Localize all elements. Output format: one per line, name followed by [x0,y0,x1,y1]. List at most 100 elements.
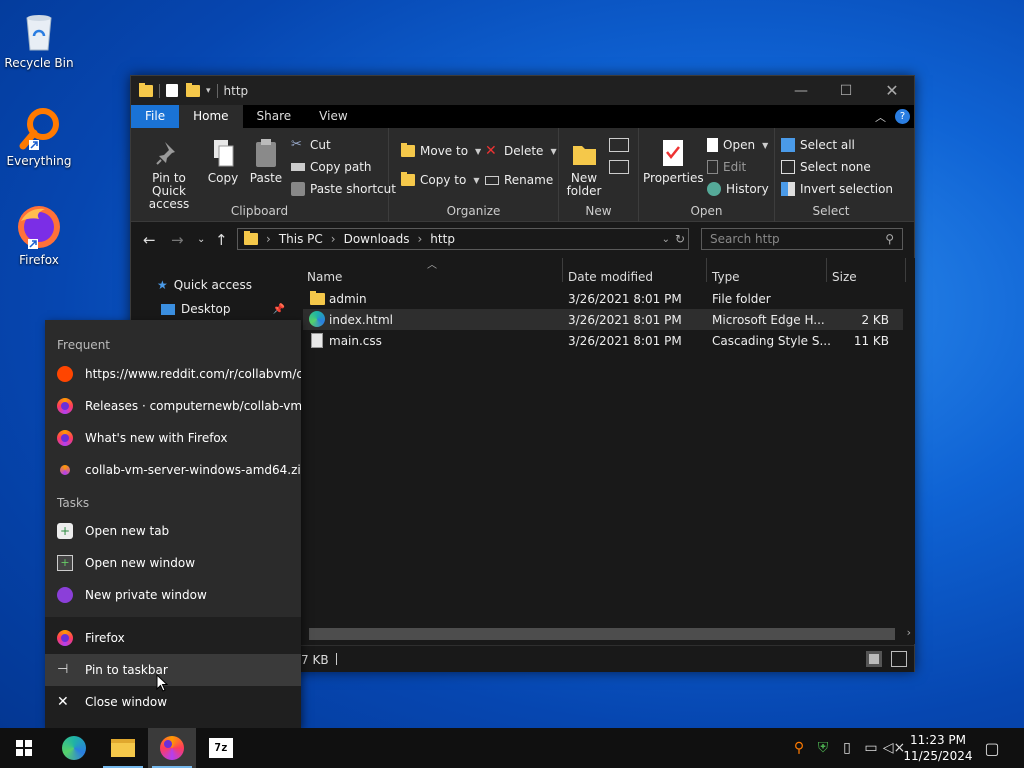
recent-chevron-icon[interactable]: ⌄ [197,234,205,245]
tab-share[interactable]: Share [243,105,306,128]
taskbar-edge[interactable] [50,728,98,768]
jump-item-releases[interactable]: Releases · computernewb/collab-vm-s... [45,390,301,422]
clock[interactable]: 11:23 PM 11/25/2024 [903,732,973,764]
taskbar-firefox[interactable] [148,728,196,768]
forward-arrow-icon[interactable]: → [171,231,184,249]
pin-quick-access-button[interactable]: Pin to Quick access [137,138,201,211]
nav-quick-access[interactable]: ★ Quick access [157,278,252,292]
everything-tray-icon[interactable]: ⚲ [788,728,810,768]
task-open-new-window[interactable]: + Open new window [45,547,301,579]
details-view-icon[interactable] [866,651,882,667]
rename-label: Rename [504,173,554,187]
security-shield-icon[interactable]: ⛨ [812,728,834,768]
jump-app-firefox[interactable]: Firefox [45,622,301,654]
tab-view[interactable]: View [305,105,361,128]
nav-quick-access-label: Quick access [173,278,252,292]
search-input[interactable]: Search http ⚲ [701,228,903,250]
chevron-down-icon: ▼ [475,146,482,156]
easy-access-icon[interactable] [609,160,629,174]
nav-desktop[interactable]: Desktop 📌 [161,302,285,316]
copy-to-button[interactable]: Copy to ▼ [401,171,479,189]
close-window-button[interactable]: ✕ Close window [45,686,301,718]
large-icons-view-icon[interactable] [891,651,907,667]
table-row[interactable]: index.html 3/26/2021 8:01 PM Microsoft E… [303,309,903,330]
start-button[interactable] [0,728,48,768]
new-folder-button[interactable]: New folder [563,138,605,198]
notifications-icon[interactable]: ▢ [980,728,1004,768]
group-label: Select [812,204,850,218]
tab-home[interactable]: Home [179,105,243,128]
chevron-down-icon[interactable]: ▾ [206,86,211,96]
desktop-icon-everything[interactable]: Everything [1,104,77,168]
horizontal-scrollbar[interactable]: › [291,626,915,644]
invert-selection-button[interactable]: Invert selection [781,180,893,198]
pin-to-taskbar-button[interactable]: ⊣ Pin to taskbar [45,654,301,686]
firefox-icon [15,203,63,251]
network-icon[interactable]: ▭ [860,728,882,768]
file-date: 3/26/2021 8:01 PM [568,334,682,348]
file-date: 3/26/2021 8:01 PM [568,313,682,327]
help-icon[interactable]: ? [895,109,910,124]
column-type[interactable]: Type [712,270,740,284]
task-open-new-tab[interactable]: + Open new tab [45,515,301,547]
copy-button[interactable]: Copy [205,138,241,185]
move-to-button[interactable]: Move to ▼ [401,142,481,160]
table-row[interactable]: admin 3/26/2021 8:01 PM File folder [303,288,903,309]
title-bar[interactable]: ▾ http — ☐ ✕ [131,76,914,105]
group-label: Clipboard [230,204,289,218]
new-tab-icon: + [57,523,73,539]
table-row[interactable]: main.css 3/26/2021 8:01 PM Cascading Sty… [303,330,903,351]
history-button[interactable]: History [707,180,769,198]
rename-button[interactable]: Rename [485,171,553,189]
maximize-button[interactable]: ☐ [823,76,869,105]
column-name[interactable]: Name [307,270,342,284]
new-folder-label: New folder [566,171,602,198]
select-none-button[interactable]: Select none [781,158,871,176]
breadcrumb-http[interactable]: http [430,232,455,246]
volume-muted-icon[interactable]: ◁× [883,728,906,768]
scrollbar-thumb[interactable] [309,628,895,640]
back-arrow-icon[interactable]: ← [143,231,156,249]
search-icon: ⚲ [885,232,894,246]
paste-shortcut-button[interactable]: Paste shortcut [291,180,396,198]
properties-qa-icon[interactable] [166,84,178,97]
open-button[interactable]: Open ▼ [707,136,768,154]
tab-file[interactable]: File [131,105,180,128]
select-all-button[interactable]: Select all [781,136,855,154]
column-date[interactable]: Date modified [568,270,653,284]
properties-button[interactable]: Properties [643,138,704,185]
desktop-icon-recycle-bin[interactable]: Recycle Bin [1,6,77,70]
clipboard-group: Pin to Quick access Copy Paste ✂ Cut Copy… [131,128,396,222]
new-folder-qa-icon[interactable] [186,82,200,97]
jump-item-label: https://www.reddit.com/r/collabvm/co... [85,367,301,381]
edge-html-icon [309,311,325,327]
scroll-right-icon[interactable]: › [907,626,911,639]
close-button[interactable]: ✕ [869,76,915,105]
task-new-private-window[interactable]: New private window [45,579,301,611]
delete-button[interactable]: ✕ Delete ▼ [485,142,557,160]
minimize-button[interactable]: — [778,76,824,105]
breadcrumb-this-pc[interactable]: This PC [279,232,323,246]
new-item-icon[interactable] [609,138,629,152]
frequent-header: Frequent [57,338,110,352]
breadcrumb-downloads[interactable]: Downloads [344,232,410,246]
edit-button[interactable]: Edit [707,158,746,176]
pin-icon [155,138,183,168]
jump-item-whats-new[interactable]: What's new with Firefox [45,422,301,454]
copy-path-button[interactable]: Copy path [291,158,372,176]
desktop-icon-firefox[interactable]: Firefox [1,203,77,267]
up-arrow-icon[interactable]: ↑ [215,231,228,249]
refresh-icon[interactable]: ↻ [675,232,685,246]
chevron-up-icon[interactable]: ︿ [875,109,886,125]
chevron-down-icon[interactable]: ⌄ [662,234,670,245]
cut-button[interactable]: ✂ Cut [291,136,331,154]
usb-icon[interactable]: ▯ [836,728,858,768]
jump-item-reddit[interactable]: https://www.reddit.com/r/collabvm/co... [45,358,301,390]
jump-item-collab-zip[interactable]: collab-vm-server-windows-amd64.zip [45,454,301,486]
taskbar-7zip[interactable]: 7z [197,728,245,768]
taskbar-file-explorer[interactable] [99,728,147,768]
file-type: Cascading Style S... [712,334,831,348]
paste-button[interactable]: Paste [247,138,285,185]
address-bar[interactable]: › This PC › Downloads › http ⌄ ↻ [237,228,689,250]
column-size[interactable]: Size [832,270,857,284]
